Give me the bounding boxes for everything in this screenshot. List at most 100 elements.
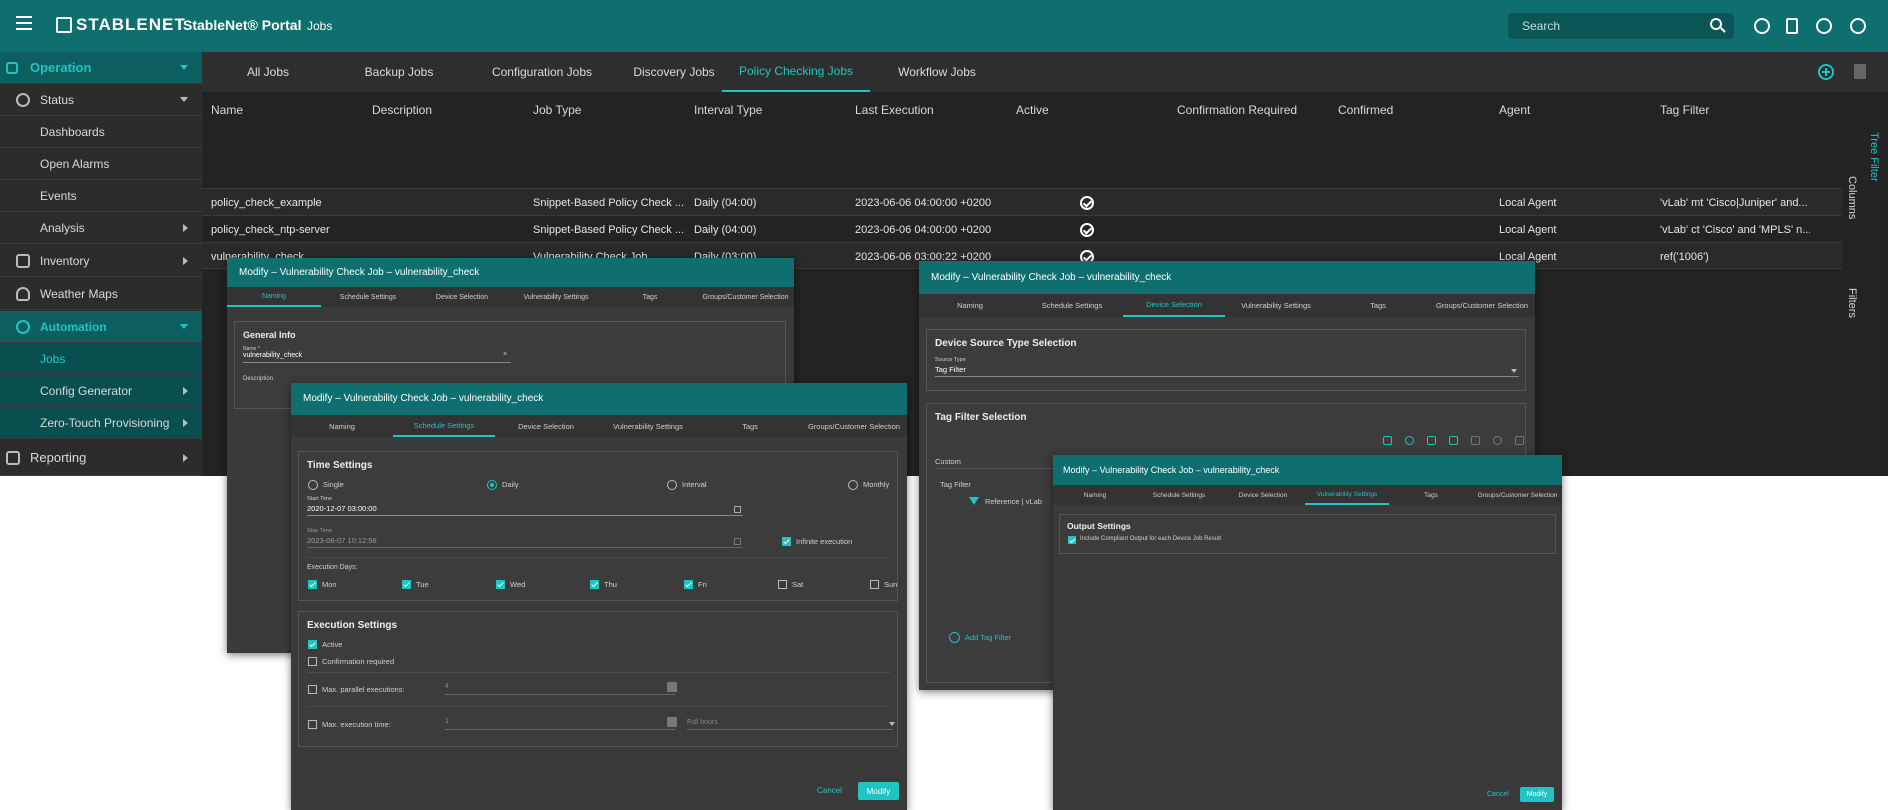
menu-icon[interactable] xyxy=(16,16,32,30)
confirmation-checkbox[interactable] xyxy=(308,657,317,666)
filters-toggle[interactable]: Filters xyxy=(1846,288,1858,318)
copy-icon[interactable] xyxy=(1449,436,1458,445)
sidebar-item-zero-touch[interactable]: Zero-Touch Provisioning xyxy=(0,407,202,439)
sidebar-item-weather-maps[interactable]: Weather Maps xyxy=(0,278,202,310)
day-checkbox-mon[interactable] xyxy=(308,580,317,589)
sidebar-item-config-generator[interactable]: Config Generator xyxy=(0,375,202,407)
dialog-tab-device-selection[interactable]: Device Selection xyxy=(1221,485,1305,505)
sidebar-item-automation[interactable]: Automation xyxy=(0,311,202,343)
sidebar-item-operation[interactable]: Operation xyxy=(0,52,202,84)
dialog-tab-vulnerability[interactable]: Vulnerability Settings xyxy=(1225,294,1327,317)
dialog-tab-vulnerability[interactable]: Vulnerability Settings xyxy=(1305,485,1389,505)
dialog-tab-groups[interactable]: Groups/Customer Selection xyxy=(1473,485,1562,505)
history-icon[interactable] xyxy=(1493,436,1502,445)
tree-filter-toggle[interactable]: Tree Filter xyxy=(1868,132,1880,182)
table-row[interactable]: policy_check_ntp-server Snippet-Based Po… xyxy=(202,215,1842,242)
col-header-confirmed[interactable]: Confirmed xyxy=(1338,92,1393,128)
dialog-tab-tags[interactable]: Tags xyxy=(699,415,801,437)
eye-icon[interactable] xyxy=(1405,436,1414,445)
modify-button[interactable]: Modify xyxy=(858,782,899,800)
cancel-button[interactable]: Cancel xyxy=(1487,791,1509,798)
tab-discovery-jobs[interactable]: Discovery Jobs xyxy=(614,52,734,92)
sidebar-item-reporting[interactable]: Reporting xyxy=(0,440,202,476)
source-type-select[interactable]: Tag Filter xyxy=(935,365,966,374)
col-header-agent[interactable]: Agent xyxy=(1499,92,1530,128)
tag-filter-item[interactable]: Reference | vLab xyxy=(985,497,1042,506)
clear-icon[interactable]: × xyxy=(503,351,507,358)
dialog-tab-tags[interactable]: Tags xyxy=(1327,294,1429,317)
col-header-tag-filter[interactable]: Tag Filter xyxy=(1660,92,1709,128)
file-icon[interactable] xyxy=(1427,436,1436,445)
active-checkbox[interactable] xyxy=(308,640,317,649)
start-time-field[interactable]: 2020-12-07 03:00:00 xyxy=(307,504,377,513)
name-field[interactable]: vulnerability_check xyxy=(243,352,302,359)
info-icon[interactable] xyxy=(1754,18,1770,34)
calendar-icon[interactable] xyxy=(734,538,741,545)
dialog-tab-tags[interactable]: Tags xyxy=(603,287,697,307)
sidebar-item-status[interactable]: Status xyxy=(0,84,202,116)
tab-workflow-jobs[interactable]: Workflow Jobs xyxy=(882,52,992,92)
undo-icon[interactable] xyxy=(1471,436,1480,445)
include-compliant-checkbox[interactable] xyxy=(1068,536,1076,544)
dialog-tab-groups[interactable]: Groups/Customer Selection xyxy=(801,415,907,437)
modify-button[interactable]: Modify xyxy=(1520,787,1554,802)
max-parallel-checkbox[interactable] xyxy=(308,685,317,694)
radio-single[interactable] xyxy=(308,480,318,490)
dialog-tab-device-selection[interactable]: Device Selection xyxy=(495,415,597,437)
tab-configuration-jobs[interactable]: Configuration Jobs xyxy=(474,52,610,92)
dialog-tab-vulnerability[interactable]: Vulnerability Settings xyxy=(509,287,603,307)
add-circle-icon[interactable] xyxy=(949,632,960,643)
add-tag-filter-button[interactable]: Add Tag Filter xyxy=(965,633,1011,642)
dialog-tab-groups[interactable]: Groups/Customer Selection xyxy=(697,287,794,307)
time-unit-select[interactable]: Full hours xyxy=(687,719,718,726)
dialog-tab-schedule[interactable]: Schedule Settings xyxy=(1021,294,1123,317)
dialog-tab-schedule[interactable]: Schedule Settings xyxy=(1137,485,1221,505)
col-header-active[interactable]: Active xyxy=(1016,92,1049,128)
col-header-name[interactable]: Name xyxy=(211,92,243,128)
max-time-checkbox[interactable] xyxy=(308,720,317,729)
radio-daily[interactable] xyxy=(487,480,497,490)
radio-interval[interactable] xyxy=(667,480,677,490)
col-header-job-type[interactable]: Job Type xyxy=(533,92,581,128)
add-icon[interactable] xyxy=(1818,64,1834,80)
stepper-icon[interactable] xyxy=(667,682,677,692)
dialog-tab-device-selection[interactable]: Device Selection xyxy=(1123,294,1225,317)
col-header-last-execution[interactable]: Last Execution xyxy=(855,92,934,128)
search-icon[interactable] xyxy=(1710,18,1722,30)
day-checkbox-tue[interactable] xyxy=(402,580,411,589)
max-time-input[interactable]: 1 xyxy=(445,718,449,725)
sidebar-item-events[interactable]: Events xyxy=(0,180,202,212)
col-header-confirmation-required[interactable]: Confirmation Required xyxy=(1177,92,1297,128)
trash-icon[interactable] xyxy=(1854,64,1866,79)
dialog-tab-vulnerability[interactable]: Vulnerability Settings xyxy=(597,415,699,437)
description-field[interactable]: Description xyxy=(243,376,273,382)
tab-backup-jobs[interactable]: Backup Jobs xyxy=(344,52,454,92)
sidebar-item-open-alarms[interactable]: Open Alarms xyxy=(0,148,202,180)
sidebar-item-jobs[interactable]: Jobs xyxy=(0,343,202,375)
dialog-tab-device-selection[interactable]: Device Selection xyxy=(415,287,509,307)
day-checkbox-wed[interactable] xyxy=(496,580,505,589)
day-checkbox-thu[interactable] xyxy=(590,580,599,589)
radio-monthly[interactable] xyxy=(848,480,858,490)
day-checkbox-sat[interactable] xyxy=(778,580,787,589)
redo-icon[interactable] xyxy=(1515,436,1524,445)
search-input[interactable] xyxy=(1508,13,1698,39)
infinite-execution-checkbox[interactable] xyxy=(782,537,791,546)
dialog-tab-naming[interactable]: Naming xyxy=(1053,485,1137,505)
stop-time-field[interactable]: 2023-06-07 10:12:56 xyxy=(307,536,377,545)
sidebar-item-inventory[interactable]: Inventory xyxy=(0,245,202,277)
dialog-tab-schedule[interactable]: Schedule Settings xyxy=(321,287,415,307)
tree-icon[interactable] xyxy=(1383,436,1392,445)
table-row[interactable]: policy_check_example Snippet-Based Polic… xyxy=(202,188,1842,215)
tab-all-jobs[interactable]: All Jobs xyxy=(222,52,314,92)
dialog-tab-schedule[interactable]: Schedule Settings xyxy=(393,415,495,437)
bookmark-icon[interactable] xyxy=(1786,18,1798,34)
dialog-tab-groups[interactable]: Groups/Customer Selection xyxy=(1429,294,1535,317)
day-checkbox-sun[interactable] xyxy=(870,580,879,589)
dialog-tab-tags[interactable]: Tags xyxy=(1389,485,1473,505)
dialog-tab-naming[interactable]: Naming xyxy=(291,415,393,437)
dialog-tab-naming[interactable]: Naming xyxy=(227,287,321,307)
cancel-button[interactable]: Cancel xyxy=(817,786,842,795)
sidebar-item-analysis[interactable]: Analysis xyxy=(0,212,202,244)
sidebar-item-dashboards[interactable]: Dashboards xyxy=(0,116,202,148)
